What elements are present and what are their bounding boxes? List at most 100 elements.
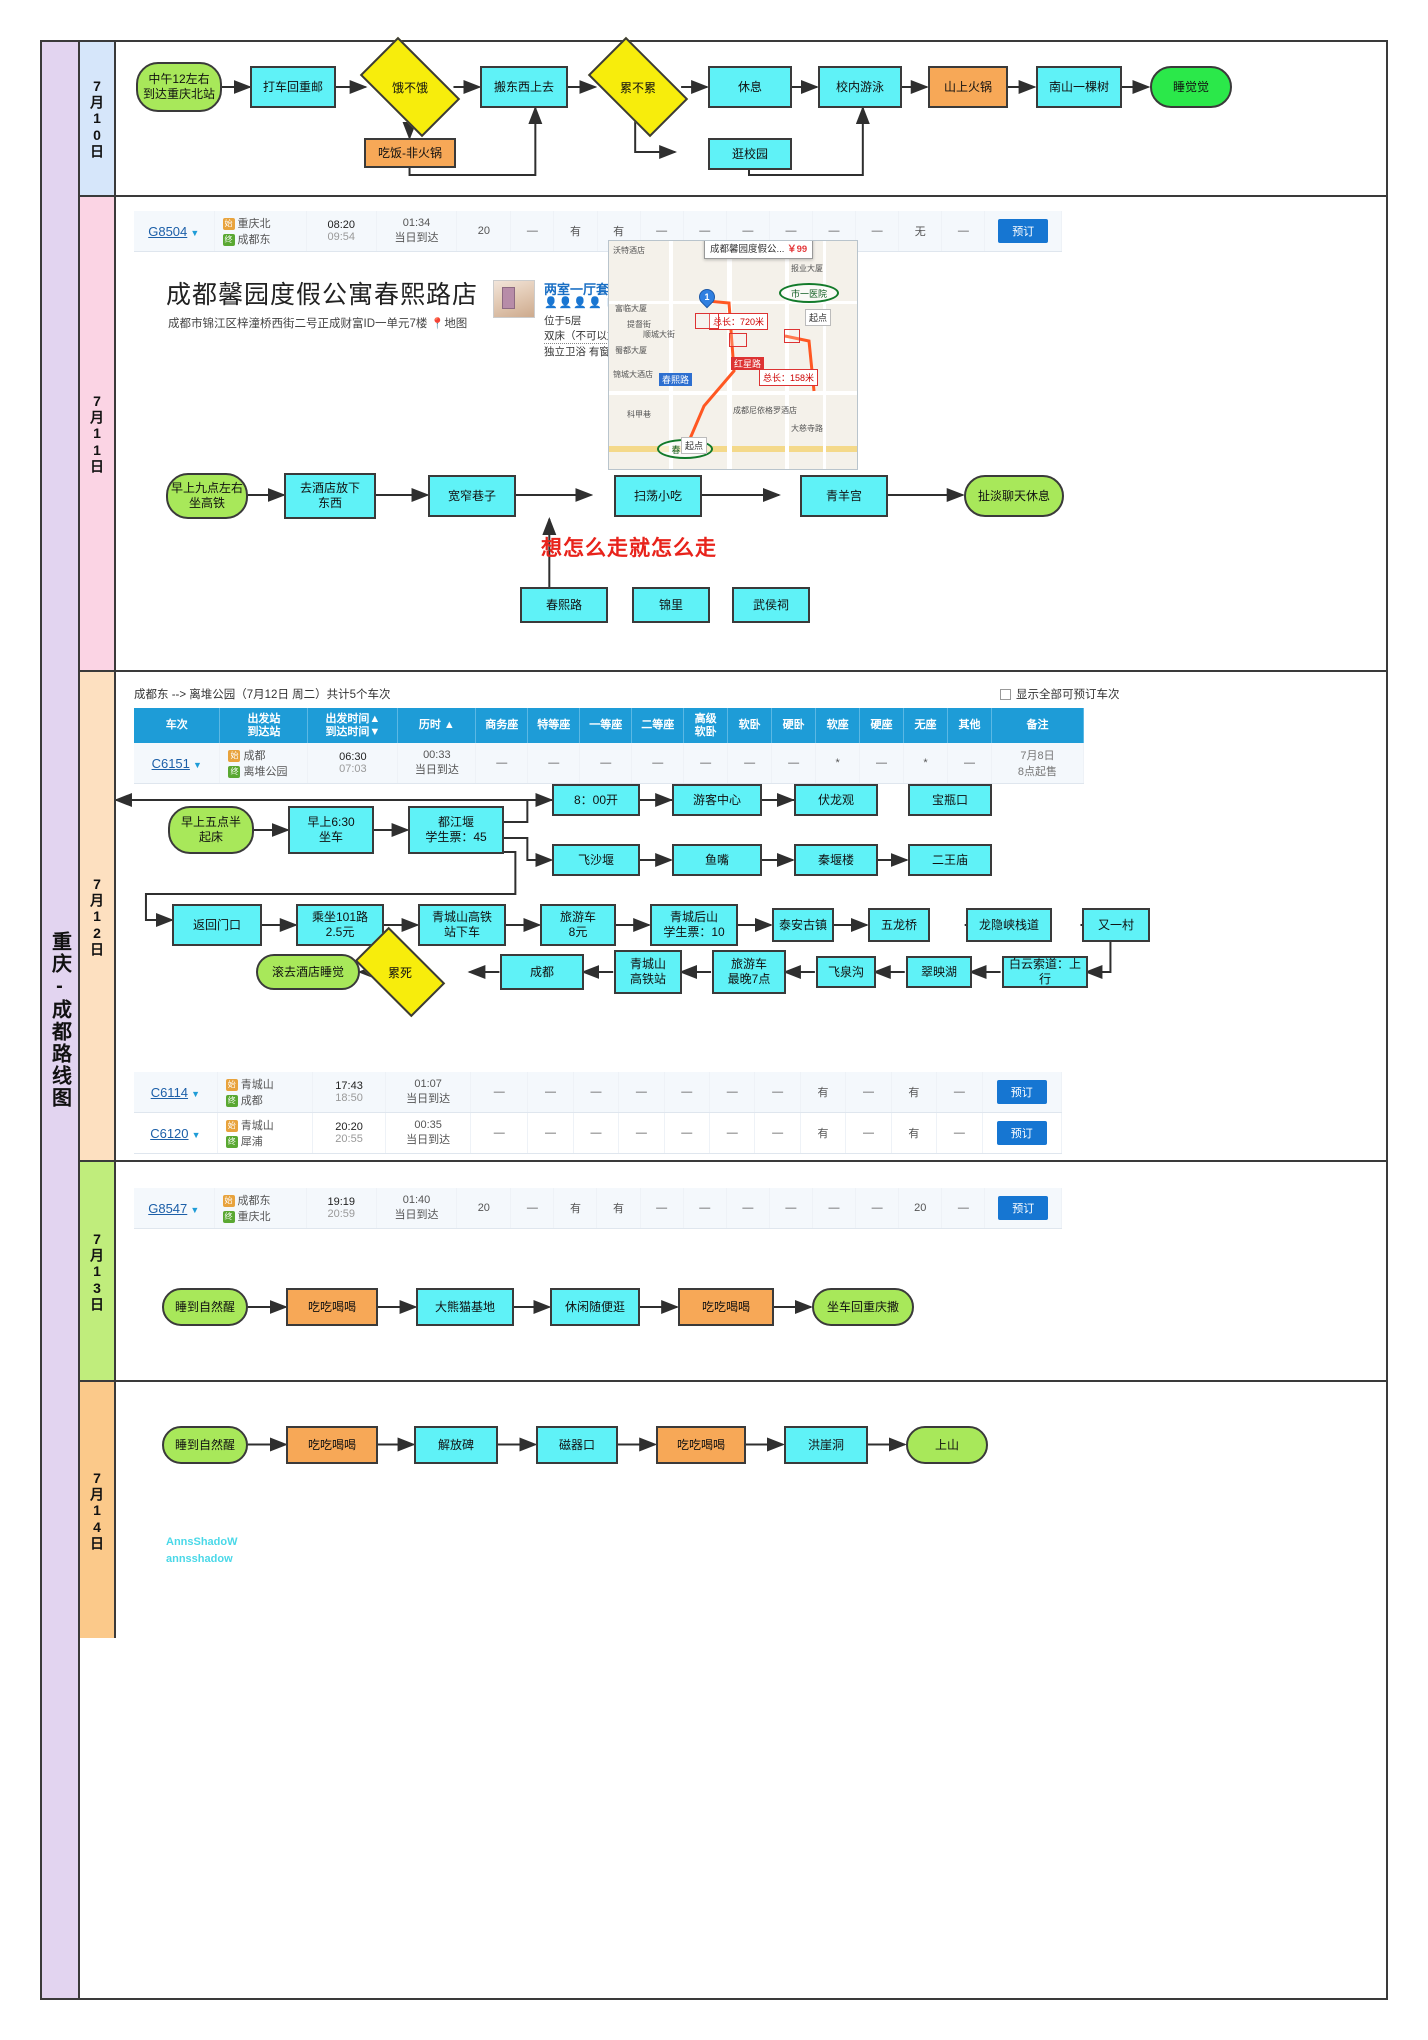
flow-node-p9[interactable]: 鱼嘴 xyxy=(672,844,762,876)
flow-node-m8[interactable]: 锦里 xyxy=(632,587,710,623)
train-number-link[interactable]: G8504 xyxy=(148,224,187,239)
flow-node-n4[interactable]: 吃饭-非火锅 xyxy=(364,138,456,168)
flow-node-p4[interactable]: 8：00开 xyxy=(552,784,640,816)
cell-7: 有 xyxy=(800,1072,847,1113)
flow-node-m9[interactable]: 武侯祠 xyxy=(732,587,810,623)
flow-node-n11[interactable]: 南山一棵树 xyxy=(1036,66,1122,108)
checkbox-box[interactable] xyxy=(1000,688,1011,700)
flow-node-r1[interactable]: 睡到自然醒 xyxy=(162,1426,248,1464)
flow-node-p20[interactable]: 又一村 xyxy=(1082,908,1150,942)
flow-node-r6[interactable]: 洪崖洞 xyxy=(784,1426,868,1464)
chevron-down-icon[interactable]: ▼ xyxy=(193,760,202,770)
flow-node-p14[interactable]: 青城山高铁 站下车 xyxy=(418,904,506,946)
flow-node-n1[interactable]: 中午12左右 到达重庆北站 xyxy=(136,62,222,112)
flow-node-n2[interactable]: 打车回重邮 xyxy=(250,66,336,108)
book-button[interactable]: 预订 xyxy=(996,1080,1047,1104)
flow-node-r4[interactable]: 磁器口 xyxy=(536,1426,618,1464)
th-4[interactable]: 商务座 xyxy=(475,708,529,744)
flow-node-p12[interactable]: 返回门口 xyxy=(172,904,262,946)
train-number-link[interactable]: C6151 xyxy=(152,756,190,771)
day-label-2: 7月11日 xyxy=(89,393,105,474)
flow-node-p16[interactable]: 青城后山 学生票：10 xyxy=(650,904,738,946)
flow-node-p6[interactable]: 伏龙观 xyxy=(794,784,878,816)
flow-node-r7[interactable]: 上山 xyxy=(906,1426,988,1464)
flow-node-r5[interactable]: 吃吃喝喝 xyxy=(656,1426,746,1464)
flow-node-m4[interactable]: 扫荡小吃 xyxy=(614,475,702,517)
chevron-down-icon[interactable]: ▼ xyxy=(191,1089,200,1099)
cell-11: — xyxy=(941,1188,986,1229)
flow-node-p23[interactable]: 飞泉沟 xyxy=(816,956,876,988)
train-number-link[interactable]: G8547 xyxy=(148,1201,187,1216)
th-14[interactable]: 其他 xyxy=(947,708,992,744)
flow-node-q4[interactable]: 休闲随便逛 xyxy=(550,1288,640,1326)
flow-node-p25[interactable]: 青城山 高铁站 xyxy=(614,950,682,994)
th-5[interactable]: 特等座 xyxy=(527,708,581,744)
flow-node-p8[interactable]: 飞沙堰 xyxy=(552,844,640,876)
hotel-map[interactable]: 1 成都馨园度假公... ￥99 总长：720米 总长：158米 市一医院 春熙… xyxy=(608,240,858,470)
th-15[interactable]: 备注 xyxy=(991,708,1085,744)
flow-node-n10[interactable]: 山上火锅 xyxy=(928,66,1008,108)
flow-node-p3[interactable]: 都江堰 学生票：45 xyxy=(408,806,504,854)
flow-node-q3[interactable]: 大熊猫基地 xyxy=(416,1288,514,1326)
book-button[interactable]: 预订 xyxy=(998,219,1049,243)
flow-node-q6[interactable]: 坐车回重庆撒 xyxy=(812,1288,914,1326)
flow-node-p21[interactable]: 白云索道：上行 xyxy=(1002,956,1088,988)
flow-node-p17[interactable]: 泰安古镇 xyxy=(772,908,834,942)
train-number-link[interactable]: C6114 xyxy=(151,1085,188,1100)
book-button[interactable]: 预订 xyxy=(996,1121,1047,1145)
show-all-checkbox[interactable]: 显示全部可预订车次 xyxy=(1000,686,1120,702)
flow-node-m1[interactable]: 早上九点左右 坐高铁 xyxy=(166,473,248,519)
th-2[interactable]: 出发时间▲ 到达时间▼ xyxy=(307,708,399,744)
th-6[interactable]: 一等座 xyxy=(579,708,633,744)
flow-node-n5[interactable]: 搬东西上去 xyxy=(480,66,568,108)
flow-node-n12[interactable]: 睡觉觉 xyxy=(1150,66,1232,108)
th-1[interactable]: 出发站 到达站 xyxy=(219,708,309,744)
th-12[interactable]: 硬座 xyxy=(859,708,905,744)
flow-node-p19[interactable]: 龙隐峡栈道 xyxy=(966,908,1052,942)
flow-node-p13[interactable]: 乘坐101路 2.5元 xyxy=(296,904,384,946)
flow-node-p1[interactable]: 早上五点半 起床 xyxy=(168,806,254,854)
flow-node-p26[interactable]: 成都 xyxy=(500,954,584,990)
flow-node-n8[interactable]: 逛校园 xyxy=(708,138,792,170)
flow-node-n9[interactable]: 校内游泳 xyxy=(818,66,902,108)
flow-node-q1[interactable]: 睡到自然醒 xyxy=(162,1288,248,1326)
flow-node-p10[interactable]: 秦堰楼 xyxy=(794,844,878,876)
flow-node-m5[interactable]: 青羊宫 xyxy=(800,475,888,517)
flow-node-m7[interactable]: 春熙路 xyxy=(520,587,608,623)
flow-node-n6[interactable]: 累不累 xyxy=(587,36,689,138)
flow-node-n7[interactable]: 休息 xyxy=(708,66,792,108)
flow-node-p7[interactable]: 宝瓶口 xyxy=(908,784,992,816)
th-0[interactable]: 车次 xyxy=(134,708,221,744)
th-3[interactable]: 历时 ▲ xyxy=(397,708,477,744)
flow-node-p15[interactable]: 旅游车 8元 xyxy=(540,904,616,946)
flow-node-p18[interactable]: 五龙桥 xyxy=(868,908,930,942)
flow-node-m3[interactable]: 宽窄巷子 xyxy=(428,475,516,517)
th-7[interactable]: 二等座 xyxy=(631,708,685,744)
chevron-down-icon[interactable]: ▼ xyxy=(190,228,199,238)
th-10[interactable]: 硬卧 xyxy=(771,708,817,744)
th-8[interactable]: 高级 软卧 xyxy=(683,708,729,744)
flow-node-m2[interactable]: 去酒店放下 东西 xyxy=(284,473,376,519)
chevron-down-icon[interactable]: ▼ xyxy=(190,1205,199,1215)
th-9[interactable]: 软卧 xyxy=(727,708,773,744)
flow-node-r3[interactable]: 解放碑 xyxy=(414,1426,498,1464)
flow-node-p22[interactable]: 翠映湖 xyxy=(906,956,972,988)
flow-node-q5[interactable]: 吃吃喝喝 xyxy=(678,1288,774,1326)
flow-node-q2[interactable]: 吃吃喝喝 xyxy=(286,1288,378,1326)
flow-node-m6[interactable]: 扯淡聊天休息 xyxy=(964,475,1064,517)
flow-node-p28[interactable]: 滚去酒店睡觉 xyxy=(256,954,360,990)
flow-node-n3[interactable]: 饿不饿 xyxy=(359,36,461,138)
book-button[interactable]: 预订 xyxy=(998,1196,1049,1220)
flow-node-p2[interactable]: 早上6:30 坐车 xyxy=(288,806,374,854)
th-13[interactable]: 无座 xyxy=(903,708,948,744)
flow-node-p24[interactable]: 旅游车 最晚7点 xyxy=(712,950,786,994)
flow-node-p27[interactable]: 累死 xyxy=(354,926,446,1018)
flow-node-p5[interactable]: 游客中心 xyxy=(672,784,762,816)
th-11[interactable]: 软座 xyxy=(815,708,861,744)
chevron-down-icon[interactable]: ▼ xyxy=(192,1130,201,1140)
train-number-link[interactable]: C6120 xyxy=(150,1126,188,1141)
cell-1: — xyxy=(510,1188,555,1229)
flow-node-r2[interactable]: 吃吃喝喝 xyxy=(286,1426,378,1464)
hotel-map-link[interactable]: 地图 xyxy=(444,318,467,330)
flow-node-p11[interactable]: 二王庙 xyxy=(908,844,992,876)
